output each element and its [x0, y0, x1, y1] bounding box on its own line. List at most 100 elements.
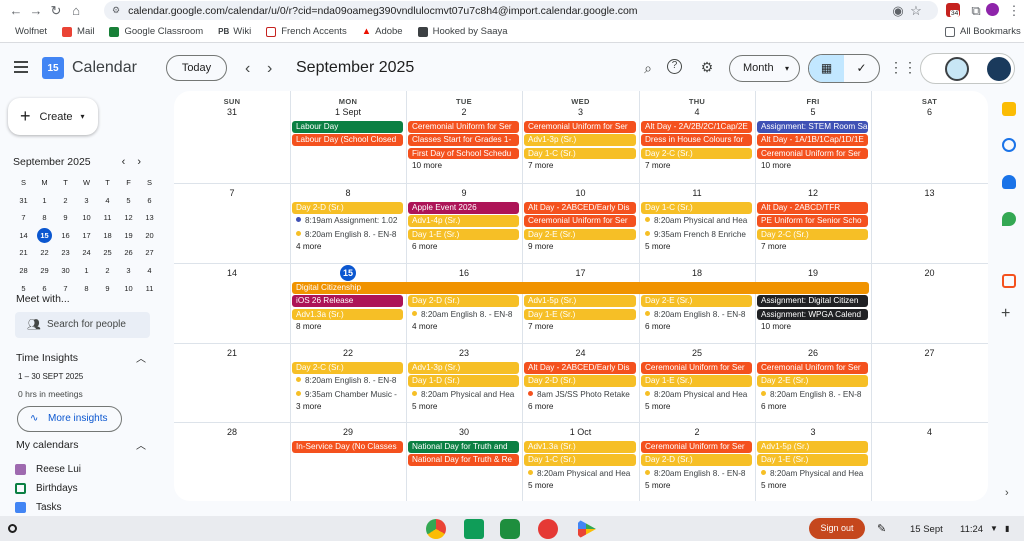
- event-chip[interactable]: Assignment: Digital Citizen: [757, 295, 868, 307]
- event-chip[interactable]: Day 1-E (Sr.): [757, 454, 868, 466]
- contacts-icon[interactable]: [1002, 175, 1016, 189]
- event-chip[interactable]: Day 1-D (Sr.): [408, 375, 519, 387]
- more-events-link[interactable]: 5 more: [408, 402, 519, 411]
- mini-day[interactable]: 1: [76, 262, 97, 280]
- sign-out-button[interactable]: Sign out: [809, 518, 865, 539]
- paint-app-icon[interactable]: [538, 519, 558, 539]
- event-chip[interactable]: Day 2-C (Sr.): [757, 228, 868, 241]
- mini-day[interactable]: 10: [118, 280, 139, 298]
- mini-day[interactable]: 11: [139, 280, 160, 298]
- mini-day[interactable]: 11: [97, 209, 118, 227]
- mini-day[interactable]: 28: [13, 262, 34, 280]
- event-chip[interactable]: Day 1-C (Sr.): [641, 202, 752, 214]
- star-icon[interactable]: ☆: [906, 3, 926, 19]
- mini-day[interactable]: 10: [76, 209, 97, 227]
- site-info-icon[interactable]: ⚙: [112, 5, 120, 16]
- day-number[interactable]: 3: [755, 427, 871, 437]
- day-number[interactable]: 9: [406, 188, 522, 198]
- mini-day[interactable]: 5: [118, 192, 139, 210]
- day-number[interactable]: 31: [174, 107, 290, 117]
- day-number[interactable]: 17: [522, 268, 639, 278]
- bookmark-french-accents[interactable]: French Accents: [266, 26, 347, 37]
- event-chip[interactable]: Day 2-D (Sr.): [292, 202, 403, 214]
- day-number[interactable]: 23: [406, 348, 522, 358]
- bookmark-classroom[interactable]: Google Classroom: [109, 26, 203, 37]
- chevron-right-icon[interactable]: ›: [1005, 487, 1009, 499]
- event-chip[interactable]: Ceremonial Uniform for Ser: [641, 441, 752, 453]
- timed-event[interactable]: 8:20am English 8. - EN-8: [757, 389, 868, 401]
- event-chip[interactable]: Labour Day: [292, 121, 403, 133]
- event-chip[interactable]: Alt Day - 2A/2B/2C/1Cap/2E: [641, 121, 752, 133]
- today-date[interactable]: 15: [340, 265, 356, 281]
- event-chip[interactable]: PE Uniform for Senior Scho: [757, 215, 868, 227]
- day-number[interactable]: 10: [522, 188, 639, 198]
- account-area[interactable]: [920, 53, 1015, 84]
- day-number[interactable]: 7: [174, 188, 290, 198]
- meet-app-icon[interactable]: [500, 519, 520, 539]
- shelf-time[interactable]: 11:24: [960, 524, 983, 535]
- day-number[interactable]: 19: [755, 268, 871, 278]
- mini-day[interactable]: 4: [139, 262, 160, 280]
- prev-month-icon[interactable]: ‹: [245, 60, 250, 78]
- menu-kebab-icon[interactable]: ⋮: [1004, 3, 1024, 19]
- more-events-link[interactable]: 5 more: [641, 481, 752, 490]
- addon-icon[interactable]: [1002, 274, 1016, 288]
- event-chip[interactable]: Alt Day - 2ABCD/TFR: [757, 202, 868, 214]
- bookmark-wiki[interactable]: PB Wiki: [218, 26, 251, 37]
- all-bookmarks[interactable]: All Bookmarks: [945, 26, 1021, 37]
- mini-day[interactable]: 15: [37, 227, 52, 243]
- back-icon[interactable]: ←: [6, 3, 26, 18]
- mini-day[interactable]: 22: [34, 244, 55, 262]
- event-chip[interactable]: Alt Day - 1A/1B/1Cap/1D/1E: [757, 134, 868, 146]
- day-number[interactable]: 18: [639, 268, 755, 278]
- day-number[interactable]: 13: [871, 188, 988, 198]
- mini-day[interactable]: 29: [34, 262, 55, 280]
- timed-event[interactable]: 8am JS/SS Photo Retake: [524, 389, 636, 401]
- calendar-list-item[interactable]: Reese Lui: [15, 460, 81, 479]
- shelf-date[interactable]: 15 Sept: [910, 524, 943, 535]
- timed-event[interactable]: 9:35am Chamber Music -: [292, 389, 403, 401]
- event-chip[interactable]: Ceremonial Uniform for Ser: [408, 121, 519, 133]
- more-events-link[interactable]: 9 more: [524, 242, 636, 251]
- day-number[interactable]: 20: [871, 268, 988, 278]
- bookmark-adobe[interactable]: ▲ Adobe: [362, 26, 403, 37]
- bookmark-wolfnet[interactable]: Wolfnet: [15, 26, 47, 37]
- more-events-link[interactable]: 6 more: [524, 402, 636, 411]
- day-number[interactable]: 22: [290, 348, 406, 358]
- timed-event[interactable]: 9:35am French 8 Enriche: [641, 229, 752, 241]
- mini-day[interactable]: 7: [13, 209, 34, 227]
- event-chip[interactable]: Assignment: STEM Room Sa: [757, 121, 868, 133]
- timed-event[interactable]: 8:20am Physical and Hea: [524, 468, 636, 480]
- day-number[interactable]: 4: [871, 427, 988, 437]
- timed-event[interactable]: 8:20am English 8. - EN-8: [292, 375, 403, 387]
- event-chip[interactable]: Day 2-E (Sr.): [757, 375, 868, 387]
- search-people-input[interactable]: 👥︎ Search for people: [15, 312, 150, 338]
- more-events-link[interactable]: 5 more: [641, 402, 752, 411]
- event-chip[interactable]: Day 2-D (Sr.): [524, 375, 636, 387]
- help-icon[interactable]: ?: [667, 59, 682, 74]
- keep-icon[interactable]: [1002, 102, 1016, 116]
- mini-day[interactable]: 21: [13, 244, 34, 262]
- create-button[interactable]: + Create ▾: [8, 98, 98, 135]
- account-avatar[interactable]: [987, 57, 1011, 81]
- mini-day[interactable]: 31: [13, 192, 34, 210]
- address-bar[interactable]: ⚙ calendar.google.com/calendar/u/0/r?cid…: [104, 1, 938, 20]
- tasks-icon[interactable]: [1002, 138, 1016, 152]
- day-number[interactable]: 3: [522, 107, 639, 117]
- timed-event[interactable]: 8:20am Physical and Hea: [641, 389, 752, 401]
- mini-day[interactable]: 13: [139, 209, 160, 227]
- puzzle-icon[interactable]: ⧉: [966, 3, 986, 19]
- mini-day[interactable]: 20: [139, 227, 160, 245]
- event-chip[interactable]: Assignment: WPGA Calend: [757, 308, 868, 321]
- today-button[interactable]: Today: [166, 55, 227, 81]
- event-chip[interactable]: Digital Citizenship: [292, 282, 869, 294]
- more-events-link[interactable]: 8 more: [292, 322, 403, 331]
- timed-event[interactable]: 8:20am English 8. - EN-8: [641, 309, 752, 321]
- mini-day[interactable]: 3: [118, 262, 139, 280]
- mini-day[interactable]: 9: [55, 209, 76, 227]
- play-store-icon[interactable]: [578, 519, 596, 539]
- main-menu-icon[interactable]: [14, 61, 28, 76]
- more-events-link[interactable]: 4 more: [408, 322, 519, 331]
- day-number[interactable]: 29: [290, 427, 406, 437]
- event-chip[interactable]: First Day of School Schedu: [408, 147, 519, 160]
